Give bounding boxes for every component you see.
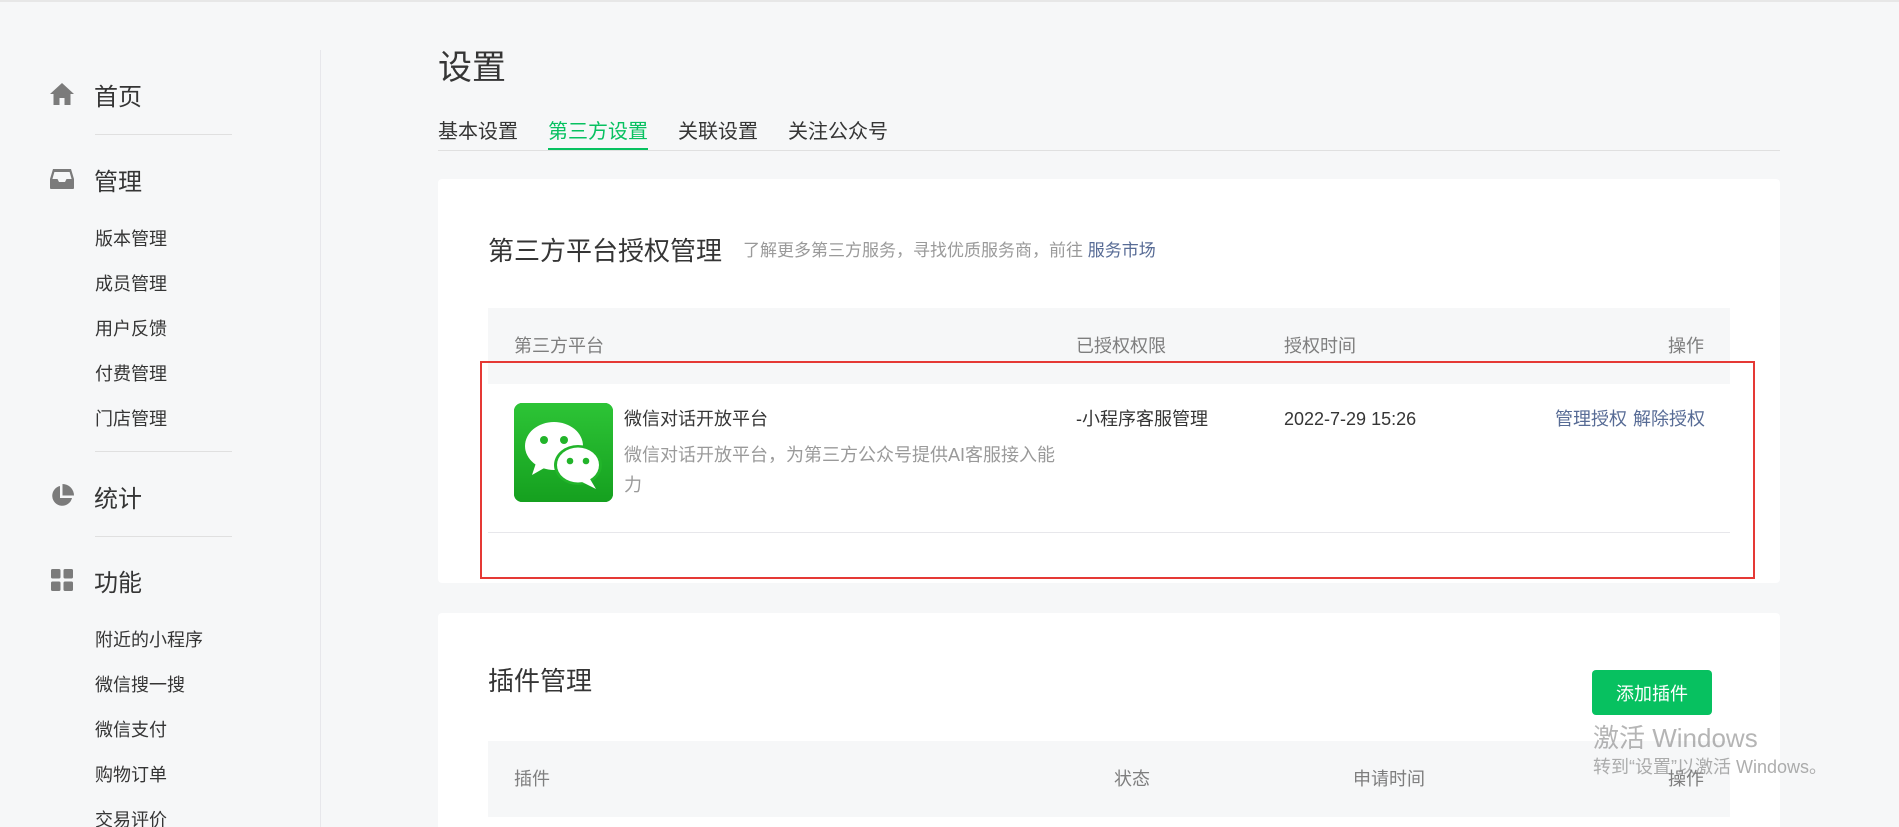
column-header-permission: 已授权权限 [1076,336,1166,356]
sidebar-item-home[interactable]: 首页 [48,76,142,112]
sidebar-subitem-feedback[interactable]: 用户反馈 [95,316,167,342]
plugin-card: 插件管理 添加插件 插件 状态 申请时间 操作 [438,613,1780,827]
plugin-table-header: 插件 状态 申请时间 操作 [488,741,1730,817]
sidebar-subitem-reviews[interactable]: 交易评价 [95,807,167,827]
sidebar-item-manage[interactable]: 管理 [48,161,142,197]
sidebar-subitem-nearby[interactable]: 附近的小程序 [95,627,203,653]
tab-basic-settings[interactable]: 基本设置 [438,116,518,148]
wechat-logo-icon [514,403,613,502]
column-header-apply-time: 申请时间 [1353,769,1425,789]
add-plugin-button[interactable]: 添加插件 [1592,670,1712,715]
windows-activation-title: 激活 Windows [1593,723,1758,753]
home-icon [48,80,76,108]
permission-cell: -小程序客服管理 [1076,409,1208,429]
service-market-link[interactable]: 服务市场 [1088,241,1156,260]
sidebar-subitem-store[interactable]: 门店管理 [95,406,167,432]
sidebar-subitem-members[interactable]: 成员管理 [95,271,167,297]
sidebar-subitem-pay[interactable]: 微信支付 [95,717,167,743]
sidebar-subitem-orders[interactable]: 购物订单 [95,762,167,788]
sidebar: 首页 管理 版本管理 成员管理 用户反馈 付费管理 门店管理 统计 功能 附近的… [0,50,321,827]
auth-time-cell: 2022-7-29 15:26 [1284,409,1417,429]
sidebar-item-stats[interactable]: 统计 [48,478,142,514]
tab-follow-account[interactable]: 关注公众号 [788,116,888,148]
plugin-title: 插件管理 [488,666,593,696]
tab-link-settings[interactable]: 关联设置 [678,116,758,148]
sidebar-item-label: 管理 [94,168,142,196]
column-header-status: 状态 [1114,769,1150,789]
sidebar-subitem-search[interactable]: 微信搜一搜 [95,672,185,698]
third-party-description: 了解更多第三方服务，寻找优质服务商，前往 服务市场 [743,234,1156,268]
sidebar-item-features[interactable]: 功能 [48,562,142,598]
app-description: 微信对话开放平台，为第三方公众号提供AI客服接入能力 [624,445,1056,495]
sidebar-divider [95,536,232,537]
third-party-table-header: 第三方平台 已授权权限 授权时间 操作 [488,308,1730,384]
third-party-desc-text: 了解更多第三方服务，寻找优质服务商，前往 [743,241,1083,260]
tab-bar: 基本设置 第三方设置 关联设置 关注公众号 [438,112,1780,151]
column-header-actions: 操作 [1668,336,1704,356]
revoke-auth-link[interactable]: 解除授权 [1633,407,1705,431]
sidebar-item-label: 首页 [94,83,142,111]
grid-icon [48,566,76,594]
sidebar-subitem-payment[interactable]: 付费管理 [95,361,167,387]
sidebar-divider [95,134,232,135]
sidebar-subitem-version[interactable]: 版本管理 [95,226,167,252]
pie-chart-icon [48,482,76,510]
column-header-platform: 第三方平台 [514,336,604,356]
tab-third-party-settings[interactable]: 第三方设置 [548,116,648,150]
sidebar-item-label: 统计 [94,485,142,513]
third-party-card: 第三方平台授权管理 了解更多第三方服务，寻找优质服务商，前往 服务市场 第三方平… [438,179,1780,583]
inbox-icon [48,165,76,193]
column-header-auth-time: 授权时间 [1284,336,1356,356]
top-divider [0,0,1899,2]
third-party-title: 第三方平台授权管理 [488,236,723,266]
page: 首页 管理 版本管理 成员管理 用户反馈 付费管理 门店管理 统计 功能 附近的… [0,0,1899,827]
sidebar-item-label: 功能 [94,569,142,597]
table-row: 微信对话开放平台 微信对话开放平台，为第三方公众号提供AI客服接入能力 -小程序… [488,383,1730,533]
windows-activation-subtitle: 转到“设置”以激活 Windows。 [1593,757,1828,777]
manage-auth-link[interactable]: 管理授权 [1555,407,1627,431]
app-name: 微信对话开放平台 [624,409,768,429]
page-title: 设置 [438,49,506,87]
column-header-plugin: 插件 [514,769,550,789]
sidebar-divider [95,451,232,452]
